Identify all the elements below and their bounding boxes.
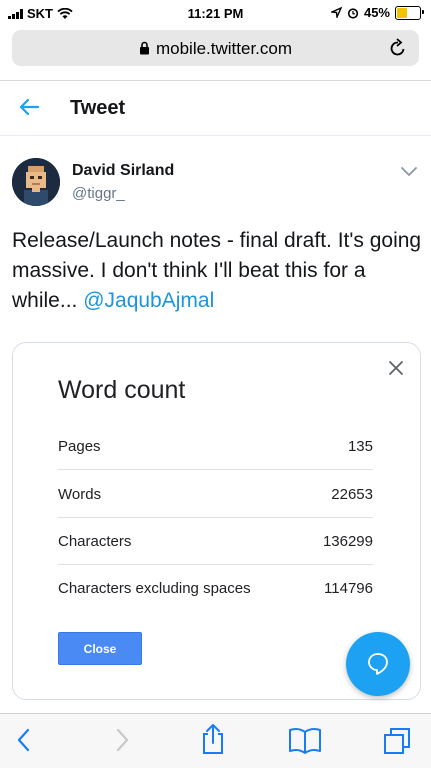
- pixel-avatar-image: [12, 158, 60, 206]
- reply-fab-button[interactable]: [346, 632, 410, 696]
- close-button: Close: [58, 632, 142, 665]
- row-label: Words: [58, 486, 102, 503]
- row-label: Characters excluding spaces: [58, 580, 251, 597]
- row-value: 114796: [324, 580, 373, 597]
- word-count-row: Words 22653: [58, 471, 373, 518]
- browser-back-icon[interactable]: [14, 726, 34, 754]
- tweet-header: Tweet: [0, 81, 431, 136]
- browser-forward-icon[interactable]: [112, 726, 132, 754]
- row-value: 136299: [322, 533, 373, 550]
- close-icon: [389, 361, 403, 375]
- address-bar[interactable]: mobile.twitter.com: [12, 30, 419, 66]
- row-value: 135: [347, 438, 373, 455]
- share-icon[interactable]: [200, 723, 226, 755]
- bookmarks-icon[interactable]: [288, 726, 322, 754]
- page-title: Tweet: [70, 97, 126, 119]
- word-count-row: Pages 135: [58, 423, 373, 470]
- row-value: 22653: [331, 486, 373, 503]
- alarm-icon: [347, 7, 359, 19]
- row-label: Pages: [58, 438, 101, 455]
- url-text: mobile.twitter.com: [155, 39, 293, 58]
- tabs-icon[interactable]: [382, 726, 412, 756]
- mention-link[interactable]: @JaqubAjmal: [83, 289, 214, 312]
- url-display[interactable]: mobile.twitter.com: [12, 39, 419, 59]
- tweet-body: Release/Launch notes - final draft. It's…: [12, 229, 422, 312]
- compose-reply-icon: [368, 653, 388, 675]
- reload-icon[interactable]: [389, 38, 407, 58]
- word-count-row: Characters excluding spaces 114796: [58, 565, 373, 611]
- back-arrow-icon[interactable]: [18, 96, 40, 118]
- battery-percent: 45%: [363, 5, 390, 20]
- status-right: 45%: [330, 5, 424, 20]
- battery-icon: [395, 5, 424, 20]
- author-handle[interactable]: @tiggr_: [72, 185, 125, 202]
- word-count-row: Characters 136299: [58, 518, 373, 565]
- location-icon: [330, 7, 342, 18]
- word-count-title: Word count: [58, 376, 186, 404]
- row-label: Characters: [58, 533, 132, 550]
- browser-toolbar: [0, 713, 431, 768]
- battery-fill: [397, 7, 407, 18]
- tweet-text: Release/Launch notes - final draft. It's…: [12, 226, 422, 316]
- chevron-down-icon[interactable]: [400, 166, 418, 178]
- lock-icon: [139, 41, 149, 55]
- status-bar: SKT 11:21 PM 45%: [0, 0, 431, 26]
- author-name[interactable]: David Sirland: [72, 162, 174, 180]
- avatar[interactable]: [12, 158, 60, 206]
